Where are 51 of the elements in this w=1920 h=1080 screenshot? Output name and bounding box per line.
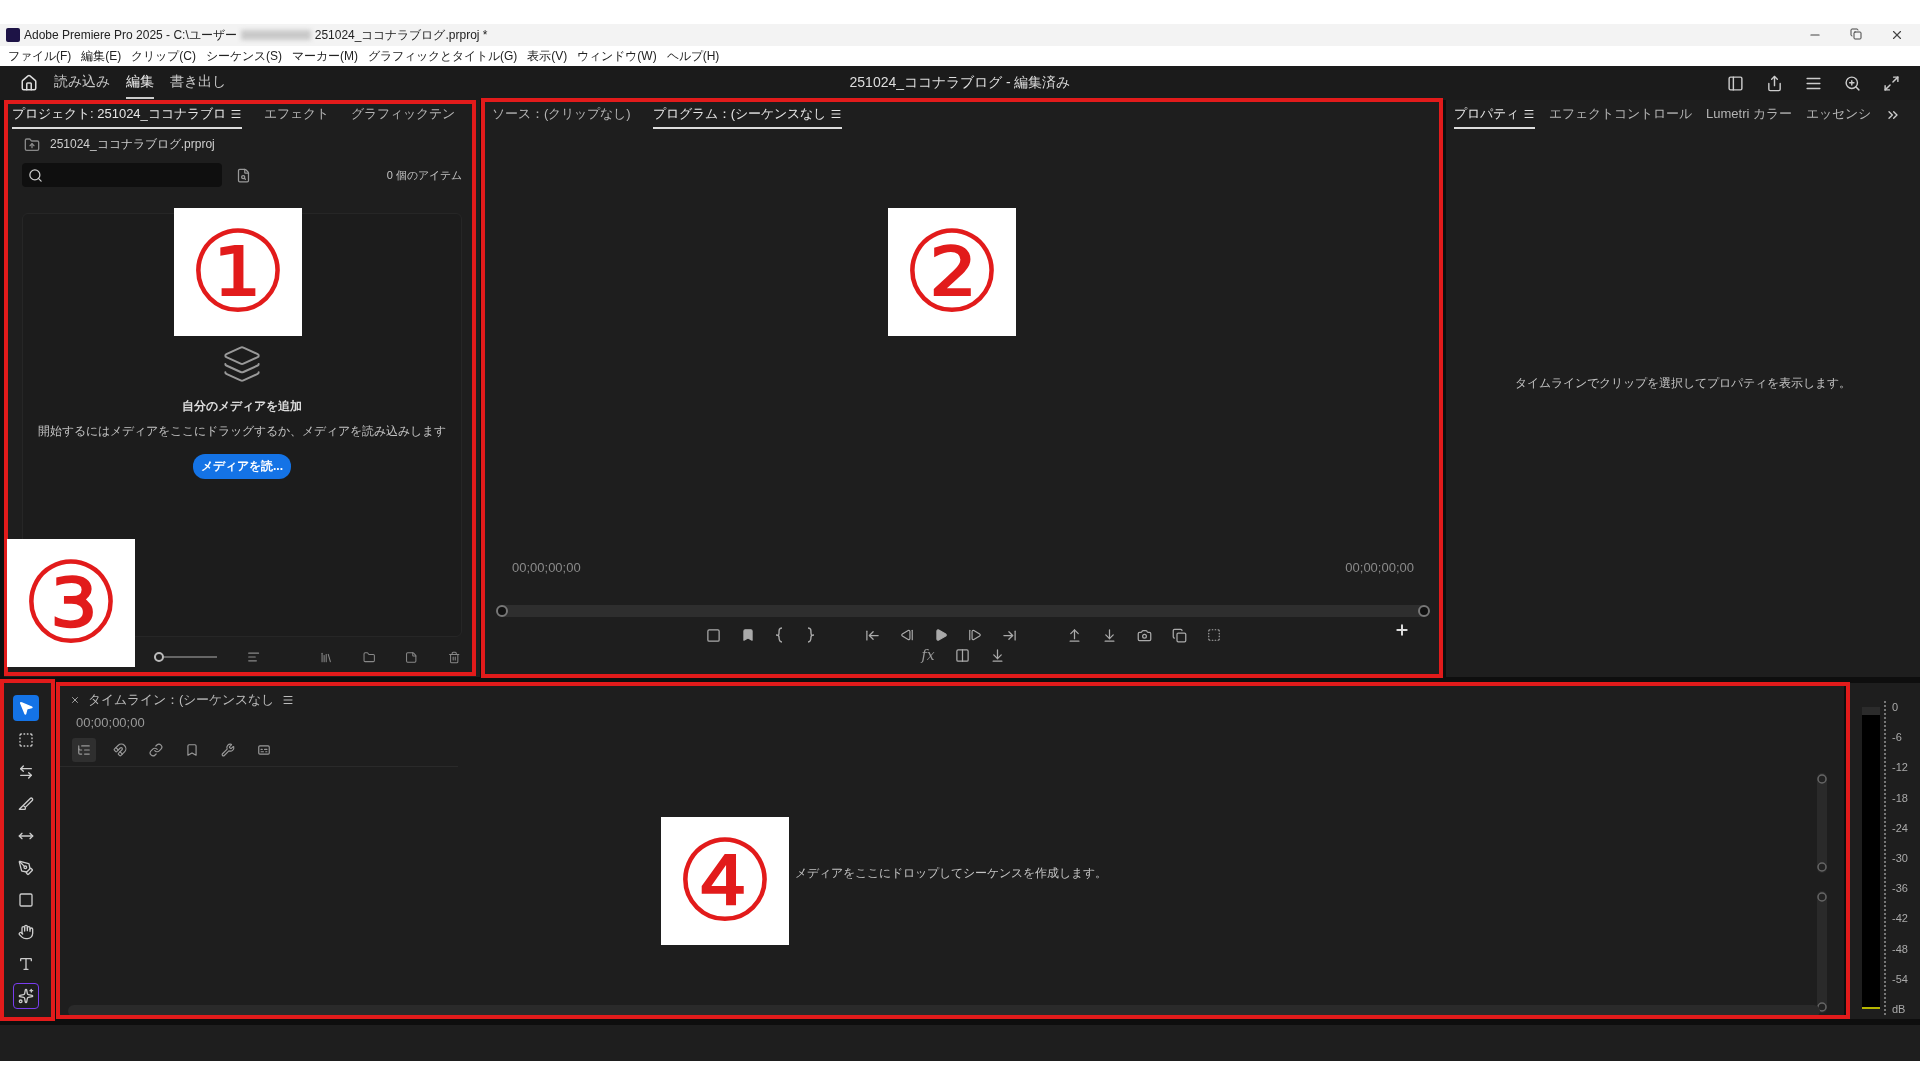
workspace-tab[interactable]: 編集 [126,67,154,99]
window-title: Adobe Premiere Pro 2025 - C:\ユーザー [24,26,237,44]
meter-scale-label: 0 [1892,701,1900,713]
meter-scale-label: -54 [1892,972,1908,985]
meter-scale-label: -6 [1892,731,1903,744]
menu-item[interactable]: 表示(V) [527,47,568,65]
meter-scale-label: dB [1892,1002,1907,1015]
meter-scale-label: -30 [1892,851,1908,864]
menu-item[interactable]: ファイル(F) [8,47,72,65]
meter-scale-label: -18 [1892,791,1908,804]
timecode: 00;00;00;00 [75,714,146,732]
window-title: 251024_ココナラブログ.prproj * [314,26,488,44]
meter-scale-label: -24 [1892,821,1908,834]
meter-scale-label: -12 [1892,761,1908,774]
panel-tab[interactable]: エッセンシ [1805,101,1871,129]
drop-message: メディアをここにドロップしてシーケンスを作成します。 [795,864,1107,882]
empty-heading: 自分のメディアを追加 [182,398,302,415]
meter-scale-label: -42 [1892,912,1908,925]
project-file-name: 251024_ココナラブログ.prproj [50,136,215,153]
callout-number: ② [901,216,1003,328]
menu-item[interactable]: マーカー(M) [292,47,358,65]
panel-tab[interactable]: プロパティ [1454,101,1535,129]
meter-scale-label: -48 [1892,942,1908,955]
callout-number: ③ [20,547,122,659]
empty-message: タイムラインでクリップを選択してプロパティを表示します。 [1515,375,1851,392]
callout-number: ① [187,216,289,328]
item-count: 0 個のアイテム [386,167,462,183]
panel-tab[interactable]: ソース：(クリップなし) [492,101,631,129]
panel-tab[interactable]: エフェクトコントロール [1549,101,1692,129]
project-title: 251024_ココナラブログ - 編集済み [849,74,1071,92]
callout-number: ④ [674,825,776,937]
menu-item[interactable]: グラフィックとタイトル(G) [368,47,518,65]
menu-item[interactable]: ヘルプ(H) [666,47,720,65]
panel-tab[interactable]: Lumetri カラー [1706,101,1792,129]
workspace-tab[interactable]: 読み込み [54,67,110,99]
meter-scale-label: -36 [1892,882,1908,895]
effects-button[interactable]: fx [918,647,938,663]
menu-item[interactable]: 編集(E) [81,47,122,65]
menu-item[interactable]: シーケンス(S) [206,47,282,65]
panel-tab[interactable]: エフェクト [263,101,329,129]
workspace-tab[interactable]: 書き出し [170,67,226,99]
empty-description: 開始するにはメディアをここにドラッグするか、メディアを読み込みします [38,423,446,440]
panel-tab[interactable]: グラフィックテン [350,101,455,129]
panel-tab[interactable]: タイムライン：(シーケンスなし [88,691,275,709]
menu-item[interactable]: クリップ(C) [131,47,196,65]
import-media-button[interactable]: メディアを読... [193,454,291,479]
timecode: 00;00;00;00 [1345,560,1414,575]
timecode: 00;00;00;00 [512,560,581,575]
panel-tab[interactable]: プログラム：(シーケンスなし [652,101,842,129]
panel-tab[interactable]: プロジェクト: 251024_ココナラブロ [12,101,242,129]
menu-item[interactable]: ウィンドウ(W) [577,47,657,65]
